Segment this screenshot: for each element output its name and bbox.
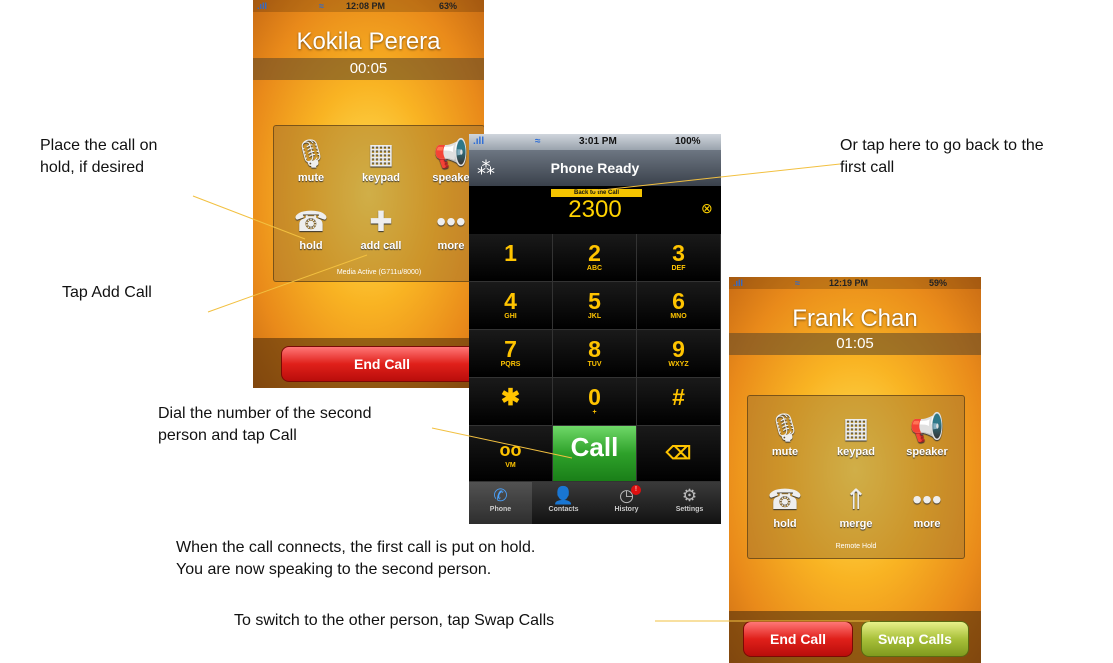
hold-button[interactable]: ☎ hold <box>750 482 820 542</box>
history-badge: ! <box>631 485 641 495</box>
mute-button[interactable]: 🎙 mute <box>750 410 820 470</box>
screen-title: Phone Ready <box>469 150 721 186</box>
annotation-swap: To switch to the other person, tap Swap … <box>234 612 555 629</box>
key-7[interactable]: 7 PQRS <box>469 330 553 378</box>
battery-level: 59% <box>929 278 948 288</box>
status-bar: .ıll ≈ 12:08 PM 63% <box>253 0 484 12</box>
settings-icon: ⚙ <box>681 486 698 505</box>
phone-icon: ✆ <box>493 486 508 505</box>
status-time: 3:01 PM <box>579 136 617 147</box>
merge-icon: ⇑ <box>844 484 868 515</box>
hold-status: Remote Hold <box>835 543 877 550</box>
mute-button[interactable]: 🎙 mute <box>276 136 346 196</box>
tab-phone[interactable]: ✆ Phone <box>469 482 532 524</box>
speaker-icon: 📢 <box>909 412 945 443</box>
key-1[interactable]: 1 <box>469 234 553 282</box>
contacts-icon: 👤 <box>552 486 575 505</box>
wifi-icon: ≈ <box>319 1 324 11</box>
key-5[interactable]: 5 JKL <box>553 282 637 330</box>
call-timer: 00:05 <box>253 58 484 80</box>
bottom-bar: End Call <box>253 338 484 388</box>
more-button[interactable]: ••• more <box>892 482 962 542</box>
end-call-button[interactable]: End Call <box>743 621 853 657</box>
status-time: 12:19 PM <box>829 278 869 288</box>
status-bar: .ıll ≈ 12:19 PM 59% <box>729 277 981 289</box>
tab-settings[interactable]: ⚙ Settings <box>658 482 721 524</box>
dialed-number: 2300 <box>568 196 622 223</box>
hold-button[interactable]: ☎ hold <box>276 204 346 264</box>
key-3[interactable]: 3 DEF <box>637 234 721 282</box>
call-screen-second: .ıll ≈ 12:19 PM 59% Frank Chan 01:05 🎙 m… <box>729 277 981 663</box>
backspace-icon: ⌫ <box>665 443 692 463</box>
annotation-hold: Place the call on hold, if desired <box>40 137 158 176</box>
media-status: Media Active (G711u/8000) <box>336 269 422 276</box>
ellipsis-icon: ••• <box>912 484 942 515</box>
call-button[interactable]: Call <box>553 426 637 482</box>
backspace-button[interactable]: ⌫ <box>637 426 721 482</box>
speaker-button[interactable]: 📢 speaker <box>892 410 962 470</box>
annotation-dial: Dial the number of the second person and… <box>158 405 372 444</box>
add-call-button[interactable]: ✚ add call <box>346 204 416 264</box>
annotation-back-to-first-call: Or tap here to go back to the first call <box>840 137 1044 176</box>
tab-contacts[interactable]: 👤 Contacts <box>532 482 595 524</box>
hold-icon: ☎ <box>767 484 803 515</box>
signal-icon: .ıll <box>733 278 744 288</box>
swap-calls-button[interactable]: Swap Calls <box>861 621 969 657</box>
voicemail-button[interactable]: oo VM <box>469 426 553 482</box>
tab-history[interactable]: ◷ History ! <box>595 482 658 524</box>
annotation-connected: When the call connects, the first call i… <box>176 539 536 578</box>
key-9[interactable]: 9 WXYZ <box>637 330 721 378</box>
keypad-button[interactable]: ▦ keypad <box>821 410 891 470</box>
merge-button[interactable]: ⇑ merge <box>821 482 891 542</box>
microphone-mute-icon: 🎙 <box>767 412 803 443</box>
status-time: 12:08 PM <box>346 1 386 11</box>
bottom-bar: End Call Swap Calls <box>729 611 981 663</box>
annotation-add-call: Tap Add Call <box>62 284 152 301</box>
caller-name: Kokila Perera <box>296 28 441 55</box>
plus-icon: ✚ <box>369 206 393 237</box>
key-4[interactable]: 4 GHI <box>469 282 553 330</box>
dialer-screen: .ıll ≈ 3:01 PM 100% Phone Ready ⁂ Back t… <box>469 134 721 524</box>
key-6[interactable]: 6 MNO <box>637 282 721 330</box>
status-bar: .ıll ≈ 3:01 PM 100% <box>469 134 721 150</box>
key-8[interactable]: 8 TUV <box>553 330 637 378</box>
microphone-mute-icon: 🎙 <box>293 138 329 169</box>
tab-bar: ✆ Phone 👤 Contacts ◷ History ! ⚙ Setting… <box>469 482 721 524</box>
caller-name: Frank Chan <box>792 305 918 332</box>
clear-number-icon[interactable]: ⊗ <box>701 200 713 217</box>
wifi-icon: ≈ <box>795 278 800 288</box>
keypad-button[interactable]: ▦ keypad <box>346 136 416 196</box>
wifi-icon: ≈ <box>535 136 541 147</box>
battery-level: 100% <box>675 136 701 147</box>
signal-icon: .ıll <box>257 1 268 11</box>
keypad-icon: ▦ <box>367 138 395 169</box>
signal-icon: .ıll <box>473 136 485 147</box>
call-screen-first: .ıll ≈ 12:08 PM 63% Kokila Perera 00:05 … <box>253 0 484 388</box>
call-timer: 01:05 <box>729 333 981 355</box>
battery-level: 63% <box>439 1 458 11</box>
hold-icon: ☎ <box>293 206 329 237</box>
key-0[interactable]: 0 + <box>553 378 637 426</box>
key-star[interactable]: ✱ <box>469 378 553 426</box>
voicemail-icon: oo <box>499 440 522 460</box>
end-call-button[interactable]: End Call <box>281 346 483 382</box>
key-hash[interactable]: # <box>637 378 721 426</box>
history-icon: ◷ <box>619 486 634 505</box>
key-2[interactable]: 2 ABC <box>553 234 637 282</box>
call-controls-panel: 🎙 mute ▦ keypad 📢 speaker ☎ hold ⇑ merge… <box>747 395 965 559</box>
app-logo-icon: ⁂ <box>477 158 495 178</box>
keypad-icon: ▦ <box>842 412 870 443</box>
call-controls-panel: 🎙 mute ▦ keypad 📢 speake ☎ hold ✚ add ca… <box>273 125 484 282</box>
